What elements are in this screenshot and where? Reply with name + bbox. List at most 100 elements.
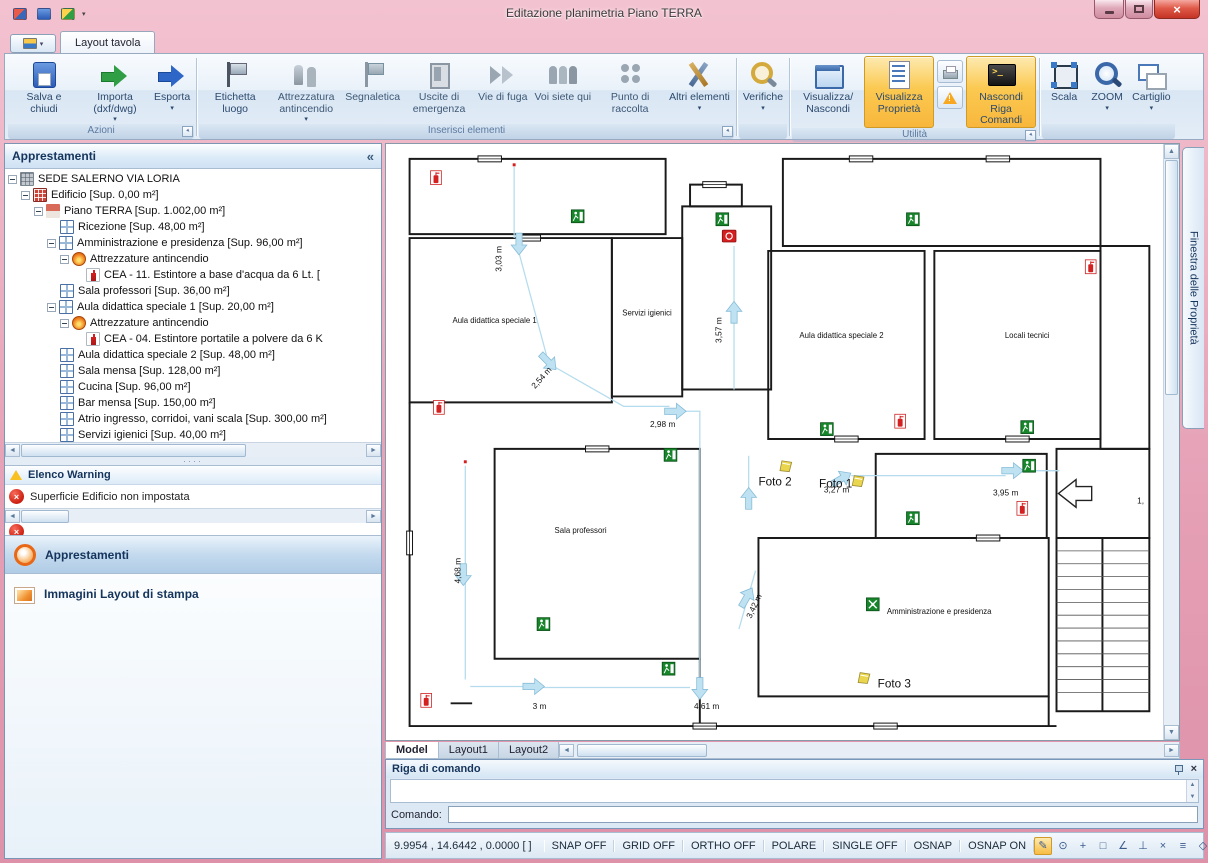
scroll-down-icon[interactable]: ▼ [1190,794,1196,800]
photo-icon[interactable] [852,476,864,487]
status-toggle-polare[interactable]: POLARE [764,840,825,852]
tree-item[interactable]: Sala mensa [Sup. 128,00 m²] [5,363,381,379]
scroll-right-icon[interactable]: ► [1164,744,1179,757]
pin-icon[interactable] [1173,764,1184,775]
attrezzatura-antincendio-button[interactable]: Attrezzatura antincendio▾ [271,56,341,124]
command-panel-header[interactable]: Riga di comando × [386,760,1203,778]
panel-splitter[interactable]: ···· [5,457,381,465]
segnaletica-button[interactable]: Segnaletica [342,56,403,124]
visualizza-proprieta-button[interactable]: Visualizza Proprietà [864,56,934,128]
emergency-exit-icon[interactable] [907,512,920,525]
scala-button[interactable]: Scala [1043,56,1085,124]
close-button[interactable]: × [1154,0,1200,19]
tree-item[interactable]: Piano TERRA [Sup. 1.002,00 m²] [5,203,381,219]
tree-item[interactable]: CEA - 11. Estintore a base d'acqua da 6 … [5,267,381,283]
quick-edit-button-button[interactable] [58,5,78,22]
task-button-immagini-layout[interactable]: Immagini Layout di stampa [5,573,381,858]
photo-icon[interactable] [858,673,870,684]
status-toggle-grid-off[interactable]: GRID OFF [614,840,683,852]
expander-icon[interactable] [47,303,56,312]
extinguisher-icon[interactable] [431,171,442,185]
scroll-down-icon[interactable]: ▼ [1164,725,1179,740]
avvisi-button[interactable] [937,86,963,109]
scroll-right-icon[interactable]: ► [366,510,381,523]
zoom-button[interactable]: ZOOM▾ [1086,56,1128,124]
scrollbar-thumb[interactable] [21,510,69,523]
tab-layout-tavola[interactable]: Layout tavola [60,31,155,54]
scroll-up-icon[interactable]: ▲ [1164,144,1179,159]
warning-horizontal-scrollbar[interactable]: ◄ ► [5,508,381,523]
expander-icon[interactable] [21,191,30,200]
quick-save-button-button[interactable] [34,5,54,22]
status-toggle-osnap[interactable]: OSNAP [906,840,961,852]
application-icon-button[interactable] [10,5,30,22]
history-scrollbar[interactable]: ▲▼ [1186,780,1198,802]
nascondi-riga-comandi-button[interactable]: Nascondi Riga Comandi [966,56,1036,128]
assembly-point-icon[interactable] [866,598,879,611]
status-toggle-snap-off[interactable]: SNAP OFF [544,840,615,852]
osnap-midpoint-icon[interactable]: ◇ [1194,837,1208,855]
uscite-di-emergenza-button[interactable]: Uscite di emergenza [404,56,474,124]
dialog-launcher-icon[interactable]: ▸ [722,126,733,137]
emergency-exit-icon[interactable] [716,213,729,226]
osnap-intersection-icon[interactable]: + [1074,837,1092,855]
canvas-vertical-scrollbar[interactable]: ▲ ▼ [1163,144,1179,740]
osnap-node-icon[interactable]: × [1154,837,1172,855]
osnap-angle-icon[interactable]: ∠ [1114,837,1132,855]
scrollbar-thumb[interactable] [1165,160,1178,395]
photo-icon[interactable] [780,461,792,472]
emergency-exit-icon[interactable] [571,210,584,223]
command-input[interactable] [448,806,1198,823]
warning-item[interactable]: ×Superficie Edificio non impostata [5,485,381,508]
tree-item[interactable]: Ricezione [Sup. 48,00 m²] [5,219,381,235]
floor-plan-drawing[interactable]: Aula didattica speciale 1Servizi igienic… [392,147,1164,733]
osnap-parallel-icon[interactable]: ≡ [1174,837,1192,855]
emergency-exit-icon[interactable] [662,662,675,675]
tree-item[interactable]: Cucina [Sup. 96,00 m²] [5,379,381,395]
tree-item[interactable]: Bar mensa [Sup. 150,00 m²] [5,395,381,411]
emergency-exit-icon[interactable] [1023,459,1036,472]
canvas-tab-model[interactable]: Model [386,742,439,758]
tree-horizontal-scrollbar[interactable]: ◄ ► [5,442,381,457]
scroll-left-icon[interactable]: ◄ [5,510,20,523]
altri-elementi-button[interactable]: Altri elementi▾ [666,56,733,124]
tree-item[interactable]: Edificio [Sup. 0,00 m²] [5,187,381,203]
scroll-right-icon[interactable]: ► [366,444,381,457]
hydrant-icon[interactable] [722,230,736,242]
emergency-exit-icon[interactable] [537,618,550,631]
application-menu-button[interactable]: ▾ [10,34,56,53]
tree-item[interactable]: Aula didattica speciale 1 [Sup. 20,00 m²… [5,299,381,315]
tree-item[interactable]: Atrio ingresso, corridoi, vani scala [Su… [5,411,381,427]
extinguisher-icon[interactable] [421,693,432,707]
emergency-exit-icon[interactable] [821,423,834,436]
verifiche-button[interactable]: Verifiche▾ [740,56,786,124]
task-button-apprestamenti[interactable]: Apprestamenti [5,535,381,573]
emergency-exit-icon[interactable] [907,213,920,226]
scroll-left-icon[interactable]: ◄ [5,444,20,457]
extinguisher-icon[interactable] [434,400,445,414]
punto-di-raccolta-button[interactable]: Punto di raccolta [595,56,665,124]
expander-icon[interactable] [47,239,56,248]
scrollbar-thumb[interactable] [577,744,707,757]
extinguisher-icon[interactable] [895,414,906,428]
etichetta-luogo-button[interactable]: Etichetta luogo [200,56,270,124]
scrollbar-thumb[interactable] [21,444,246,457]
emergency-exit-icon[interactable] [664,448,677,461]
voi-siete-qui-button[interactable]: Voi siete qui [532,56,595,124]
titlebar[interactable]: ▾ Editazione planimetria Piano TERRA × [0,0,1208,30]
visualizza-nascondi-button[interactable]: Visualizza/ Nascondi [793,56,863,128]
minimize-button[interactable] [1094,0,1124,19]
salva-e-chiudi-button[interactable]: Salva e chiudi [9,56,79,124]
tree-item[interactable]: Aula didattica speciale 2 [Sup. 48,00 m²… [5,347,381,363]
vie-di-fuga-button[interactable]: Vie di fuga [475,56,530,124]
osnap-endpoint-icon[interactable]: □ [1094,837,1112,855]
tree-item[interactable]: CEA - 04. Estintore portatile a polvere … [5,331,381,347]
properties-window-tab[interactable]: Finestra delle Proprietà [1182,147,1204,429]
collapse-panel-button[interactable]: « [367,149,374,164]
osnap-perpendicular-icon[interactable]: ⊥ [1134,837,1152,855]
dialog-launcher-icon[interactable]: ▸ [182,126,193,137]
status-toggle-osnap-on[interactable]: OSNAP ON [960,840,1034,852]
expander-icon[interactable] [60,319,69,328]
tree-item[interactable]: Attrezzature antincendio [5,315,381,331]
tree-item[interactable]: Amministrazione e presidenza [Sup. 96,00… [5,235,381,251]
